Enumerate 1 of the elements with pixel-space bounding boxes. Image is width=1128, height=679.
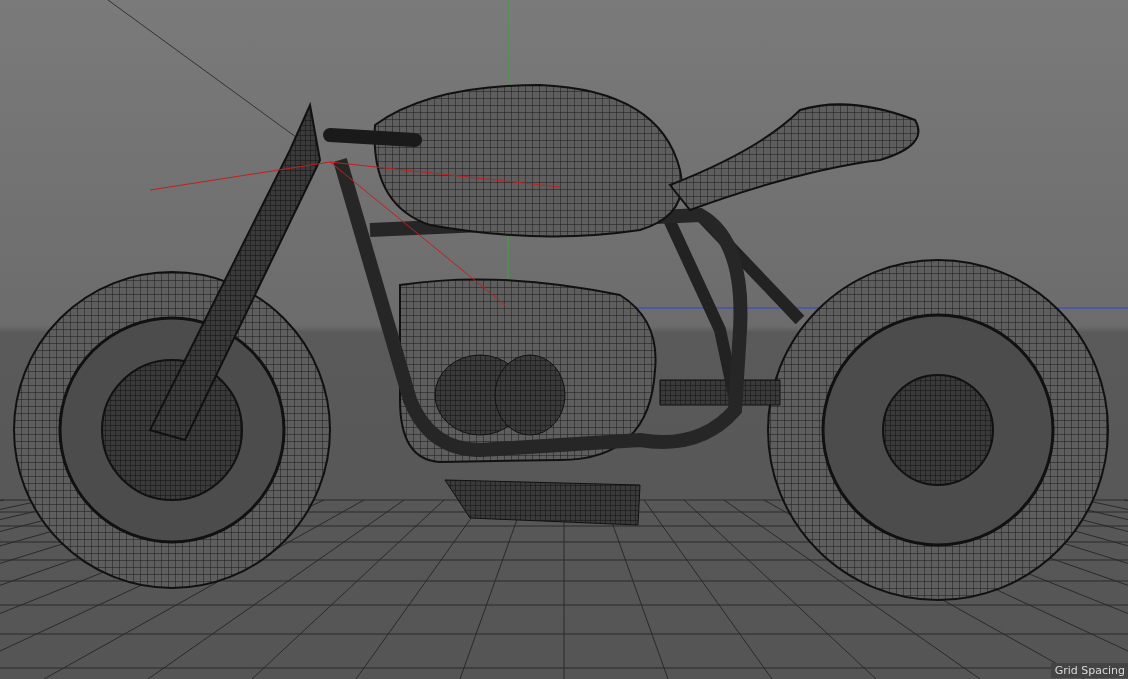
grid-spacing-label: Grid Spacing	[1050, 663, 1128, 678]
